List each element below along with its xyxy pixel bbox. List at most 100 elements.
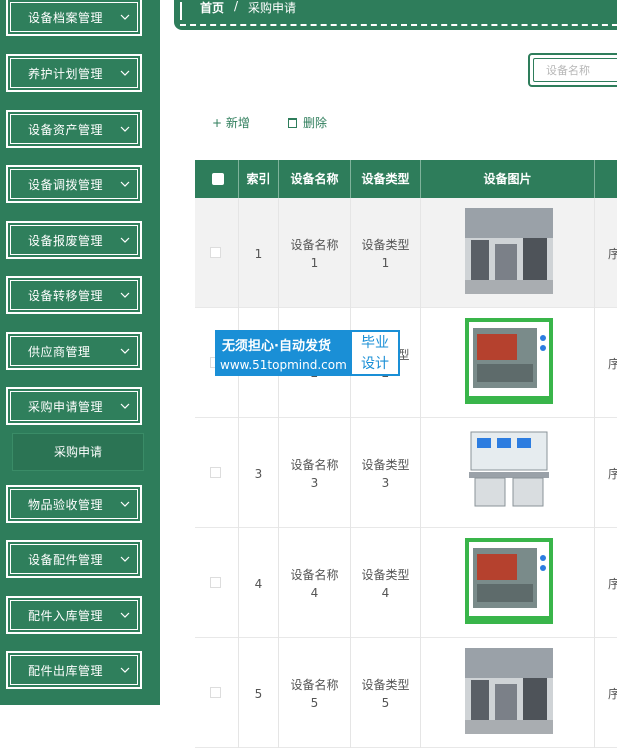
machine-cabinet-photo-image (465, 318, 553, 404)
delete-label: 删除 (303, 116, 328, 130)
index-value: 4 (254, 577, 263, 591)
name-value: 设备名称1 (290, 238, 339, 270)
table-row[interactable]: 4 设备名称4 设备类型4 序 (195, 528, 617, 638)
menu-label: 设备资产管理 (28, 123, 104, 137)
table-row[interactable]: 3 设备名称3 设备类型3 序 (195, 418, 617, 528)
type-value: 设备类型1 (361, 238, 410, 270)
menu-purchase-request[interactable]: 采购申请管理 (6, 387, 142, 425)
submenu-purchase-request[interactable]: 采购申请 (12, 433, 144, 471)
delete-button[interactable]: 删除 (288, 114, 327, 131)
chevron-down-icon (120, 292, 130, 298)
menu-maintenance-plan[interactable]: 养护计划管理 (6, 54, 142, 92)
menu-label: 配件出库管理 (28, 664, 104, 678)
cut-column-text: 序 (608, 247, 617, 261)
menu-device-archive[interactable]: 设备档案管理 (6, 0, 142, 36)
watermark-line2: www.51topmind.com (220, 358, 347, 372)
chevron-down-icon (120, 403, 130, 409)
menu-device-move[interactable]: 设备转移管理 (6, 276, 142, 314)
cut-column-text: 序 (608, 577, 617, 591)
add-button[interactable]: + 新增 (212, 114, 250, 131)
header-device-image: 设备图片 (421, 160, 595, 198)
name-cell: 设备名称1 (279, 198, 351, 308)
menu-supplier[interactable]: 供应商管理 (6, 332, 142, 370)
image-cell (421, 418, 595, 528)
row-checkbox[interactable] (210, 467, 221, 478)
table-header: 索引 设备名称 设备类型 设备图片 (195, 160, 617, 198)
menu-label: 采购申请管理 (28, 400, 104, 414)
chevron-down-icon (120, 612, 130, 618)
index-value: 5 (254, 687, 263, 701)
search-placeholder: 设备名称 (546, 64, 590, 77)
menu-label: 设备报废管理 (28, 234, 104, 248)
watermark-box-line2: 设计 (361, 356, 389, 372)
menu-parts-outbound[interactable]: 配件出库管理 (6, 651, 142, 689)
row-checkbox[interactable] (210, 247, 221, 258)
select-all-checkbox[interactable] (212, 173, 224, 185)
breadcrumb-bar (180, 2, 182, 20)
row-select-cell (195, 638, 239, 748)
row-select-cell (195, 528, 239, 638)
index-cell: 4 (239, 528, 279, 638)
cut-column-text: 序 (608, 467, 617, 481)
type-cell: 设备类型3 (351, 418, 421, 528)
index-cell: 3 (239, 418, 279, 528)
cut-column-text: 序 (608, 687, 617, 701)
header-select-all[interactable] (195, 160, 239, 198)
image-cell (421, 308, 595, 418)
trash-icon (288, 118, 297, 128)
type-value: 设备类型4 (361, 568, 410, 600)
machine-cabinet-photo-image (465, 538, 553, 624)
type-cell: 设备类型1 (351, 198, 421, 308)
image-cell (421, 528, 595, 638)
name-cell: 设备名称5 (279, 638, 351, 748)
menu-device-scrap[interactable]: 设备报废管理 (6, 221, 142, 259)
type-cell: 设备类型5 (351, 638, 421, 748)
row-select-cell (195, 418, 239, 528)
table-row[interactable]: 5 设备名称5 设备类型5 序 (195, 638, 617, 748)
table-row[interactable]: 1 设备名称1 设备类型1 序 (195, 198, 617, 308)
sidebar: 设备档案管理 养护计划管理 设备资产管理 设备调拨管理 设备报废管理 设备转移管… (0, 0, 160, 705)
chevron-down-icon (120, 237, 130, 243)
search-box[interactable]: 设备名称 (528, 53, 617, 87)
menu-label: 设备调拨管理 (28, 178, 104, 192)
index-cell: 1 (239, 198, 279, 308)
breadcrumb: 首页 / 采购申请 (174, 0, 617, 30)
watermark-box-line1: 毕业 (361, 335, 389, 351)
menu-parts-inbound[interactable]: 配件入库管理 (6, 596, 142, 634)
cut-column-text: 序 (608, 357, 617, 371)
index-value: 3 (254, 467, 263, 481)
chevron-down-icon (120, 126, 130, 132)
index-cell: 5 (239, 638, 279, 748)
breadcrumb-current: 采购申请 (248, 1, 297, 15)
type-value: 设备类型3 (361, 458, 410, 490)
header-device-type: 设备类型 (351, 160, 421, 198)
menu-label: 养护计划管理 (28, 67, 104, 81)
row-checkbox[interactable] (210, 687, 221, 698)
chevron-down-icon (120, 181, 130, 187)
image-cell (421, 198, 595, 308)
breadcrumb-separator: / (234, 0, 239, 13)
submenu-label: 采购申请 (53, 445, 102, 459)
menu-label: 物品验收管理 (28, 498, 104, 512)
row-checkbox[interactable] (210, 577, 221, 588)
type-value: 设备类型5 (361, 678, 410, 710)
watermark-banner: 无须担心·自动发货 www.51topmind.com 毕业 设计 (215, 330, 400, 376)
chevron-down-icon (120, 556, 130, 562)
name-value: 设备名称5 (290, 678, 339, 710)
chevron-down-icon (120, 70, 130, 76)
menu-device-transfer-alloc[interactable]: 设备调拨管理 (6, 165, 142, 203)
breadcrumb-dashed-border (180, 24, 617, 26)
header-device-name: 设备名称 (279, 160, 351, 198)
workshop-photo-image (465, 208, 553, 294)
menu-label: 设备配件管理 (28, 553, 104, 567)
chevron-down-icon (120, 348, 130, 354)
header-index: 索引 (239, 160, 279, 198)
name-value: 设备名称4 (290, 568, 339, 600)
breadcrumb-home[interactable]: 首页 (200, 0, 224, 16)
menu-parts[interactable]: 设备配件管理 (6, 540, 142, 578)
menu-device-assets[interactable]: 设备资产管理 (6, 110, 142, 148)
name-cell: 设备名称3 (279, 418, 351, 528)
row-select-cell (195, 198, 239, 308)
menu-goods-acceptance[interactable]: 物品验收管理 (6, 485, 142, 523)
watermark-box: 毕业 设计 (351, 331, 399, 375)
